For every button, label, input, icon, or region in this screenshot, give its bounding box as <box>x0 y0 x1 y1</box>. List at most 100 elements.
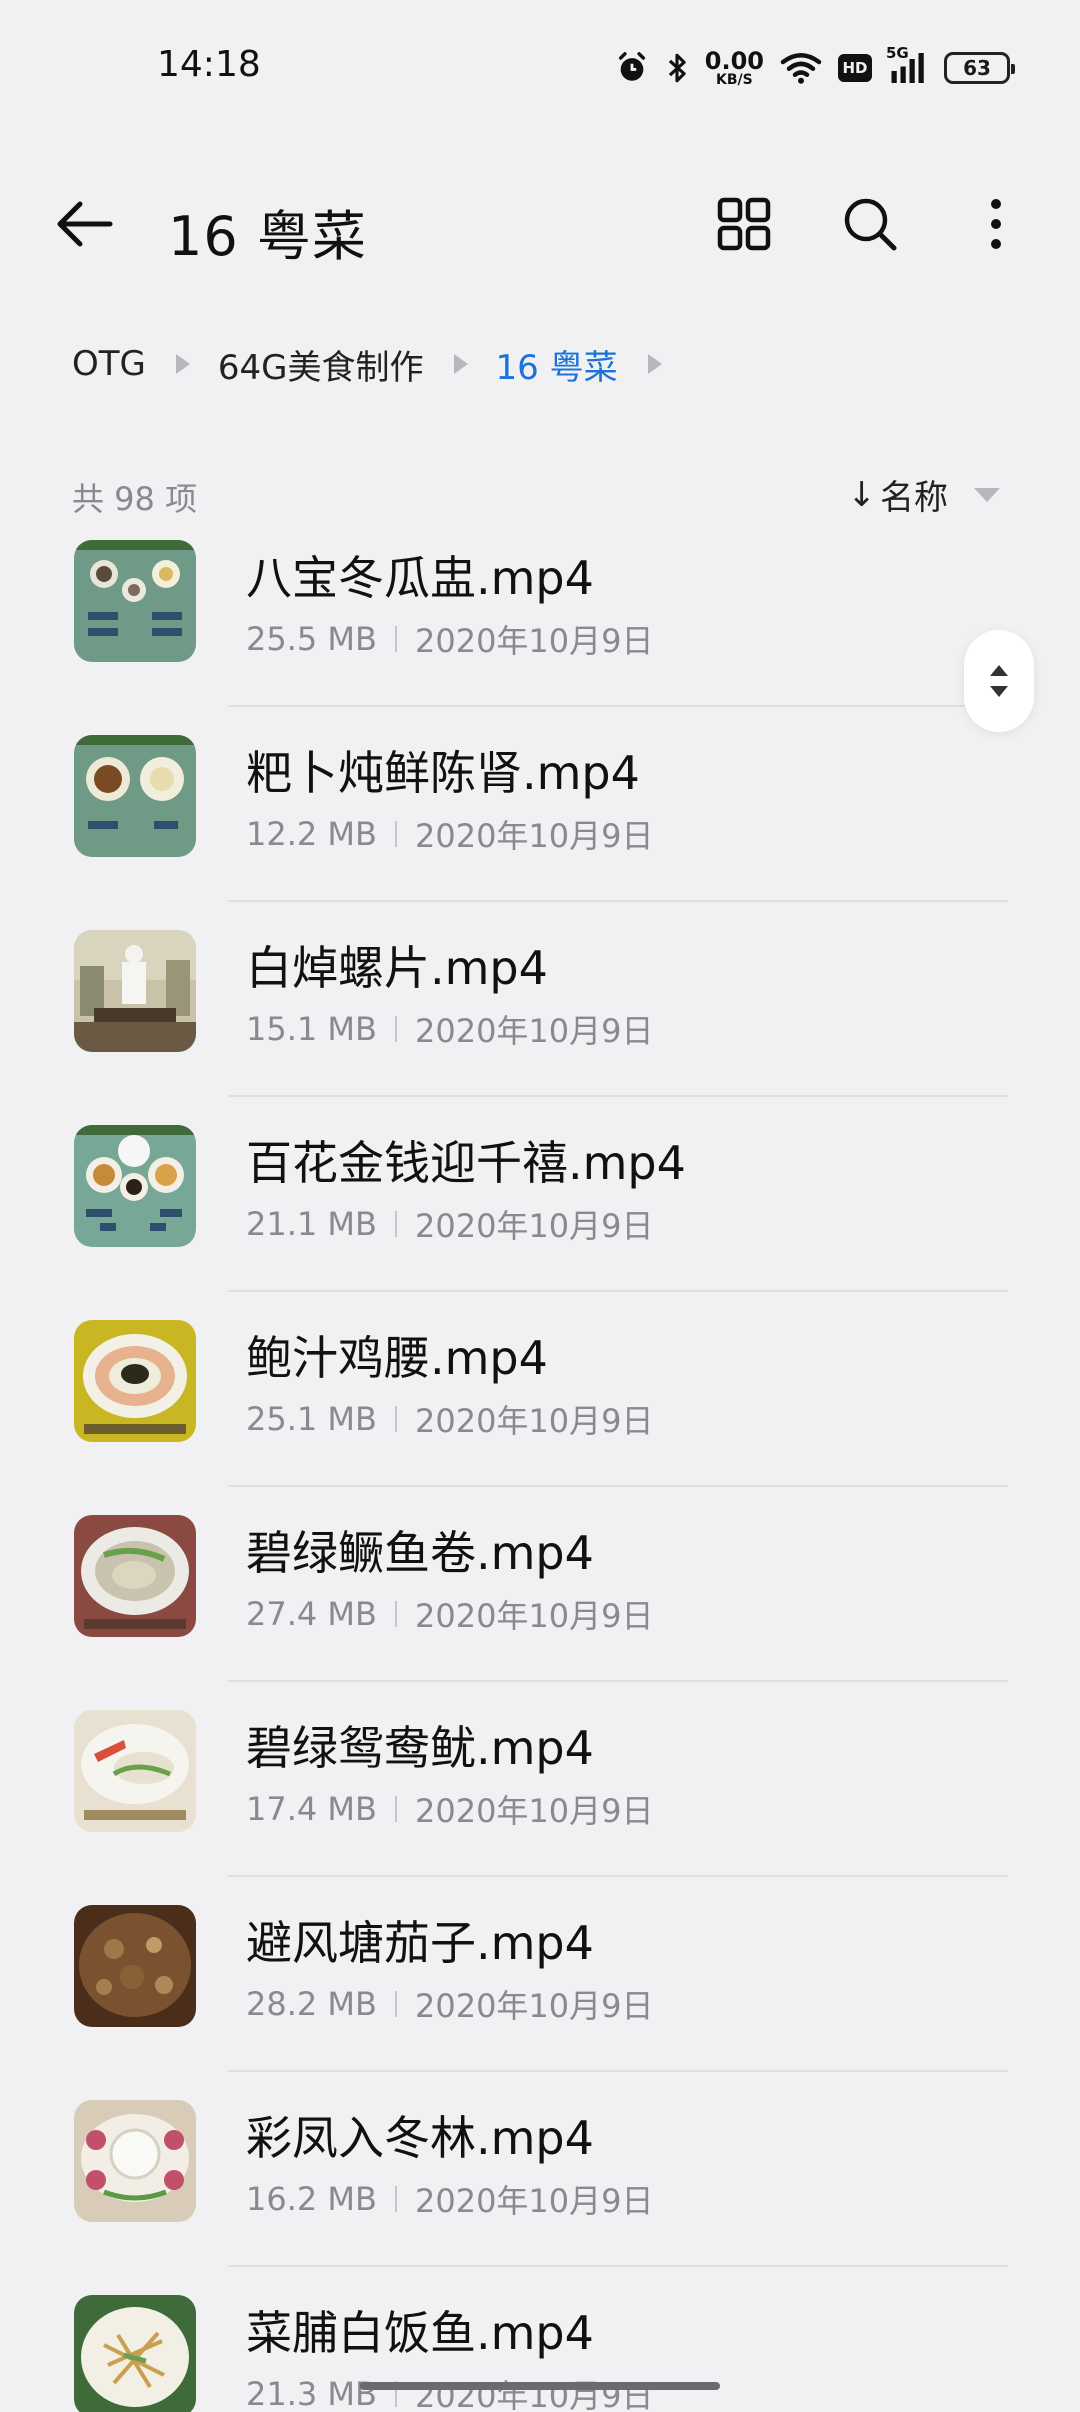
signal-icon: 5G <box>886 44 928 86</box>
meta-divider <box>394 626 397 652</box>
file-size: 12.2 MB <box>246 815 377 853</box>
file-item[interactable]: 避风塘茄子.mp4 28.2 MB 2020年10月9日 <box>0 1877 1080 2072</box>
meta-divider <box>394 1016 397 1042</box>
file-meta: 25.1 MB 2020年10月9日 <box>246 1396 654 1442</box>
file-name: 百花金钱迎千禧.mp4 <box>246 1136 686 1190</box>
breadcrumb-item-otg[interactable]: OTG <box>72 344 146 384</box>
file-date: 2020年10月9日 <box>414 817 654 855</box>
page-title: 16 粤菜 <box>168 205 367 268</box>
file-name: 鲍汁鸡腰.mp4 <box>246 1331 548 1385</box>
file-item[interactable]: 碧绿鳜鱼卷.mp4 27.4 MB 2020年10月9日 <box>0 1487 1080 1682</box>
grid-view-button[interactable] <box>708 188 780 260</box>
file-size: 15.1 MB <box>246 1010 377 1048</box>
file-size: 17.4 MB <box>246 1790 377 1828</box>
file-size: 27.4 MB <box>246 1595 377 1633</box>
breadcrumb-item-food[interactable]: 64G美食制作 <box>218 340 424 389</box>
file-name: 碧绿鳜鱼卷.mp4 <box>246 1526 594 1580</box>
grid-view-icon <box>717 197 771 251</box>
file-size: 21.3 MB <box>246 2375 377 2412</box>
video-thumbnail <box>74 1710 196 1832</box>
file-item[interactable]: 粑卜炖鲜陈肾.mp4 12.2 MB 2020年10月9日 <box>0 707 1080 902</box>
status-bar: 14:18 0.00 KB/S HD 5G 63 <box>0 0 1080 135</box>
sort-button[interactable]: ↓ 名称 <box>847 470 1000 519</box>
video-thumbnail <box>74 930 196 1052</box>
hd-badge: HD <box>838 54 872 82</box>
video-thumbnail <box>74 1905 196 2027</box>
file-name: 彩凤入冬林.mp4 <box>246 2111 594 2165</box>
alarm-icon <box>615 51 649 85</box>
video-thumbnail <box>74 735 196 857</box>
file-name: 菜脯白饭鱼.mp4 <box>246 2306 594 2360</box>
file-date: 2020年10月9日 <box>414 1402 654 1440</box>
file-size: 16.2 MB <box>246 2180 377 2218</box>
scroll-arrows-icon <box>990 665 1008 697</box>
file-date: 2020年10月9日 <box>414 1792 654 1830</box>
bluetooth-icon <box>665 51 689 85</box>
file-date: 2020年10月9日 <box>414 622 654 660</box>
meta-divider <box>394 1991 397 2017</box>
video-thumbnail <box>74 540 196 662</box>
file-item[interactable]: 彩凤入冬林.mp4 16.2 MB 2020年10月9日 <box>0 2072 1080 2267</box>
file-meta: 25.5 MB 2020年10月9日 <box>246 616 654 662</box>
file-name: 粑卜炖鲜陈肾.mp4 <box>246 746 640 800</box>
file-meta: 27.4 MB 2020年10月9日 <box>246 1591 654 1637</box>
battery-level: 63 <box>963 56 991 80</box>
meta-divider <box>394 2186 397 2212</box>
signal-label: 5G <box>886 44 909 62</box>
file-name: 白焯螺片.mp4 <box>246 941 548 995</box>
file-meta: 28.2 MB 2020年10月9日 <box>246 1981 654 2027</box>
video-thumbnail <box>74 1125 196 1247</box>
wifi-icon <box>780 51 822 85</box>
status-icons: 0.00 KB/S HD 5G 63 <box>615 44 1015 92</box>
breadcrumb: OTG 64G美食制作 16 粤菜 <box>72 338 690 390</box>
file-size: 25.1 MB <box>246 1400 377 1438</box>
file-item[interactable]: 鲍汁鸡腰.mp4 25.1 MB 2020年10月9日 <box>0 1292 1080 1487</box>
file-item[interactable]: 碧绿鸳鸯鱿.mp4 17.4 MB 2020年10月9日 <box>0 1682 1080 1877</box>
file-item[interactable]: 八宝冬瓜盅.mp4 25.5 MB 2020年10月9日 <box>0 540 1080 707</box>
file-item[interactable]: 白焯螺片.mp4 15.1 MB 2020年10月9日 <box>0 902 1080 1097</box>
item-count: 共 98 项 <box>72 480 198 518</box>
home-indicator[interactable] <box>360 2382 720 2390</box>
file-meta: 16.2 MB 2020年10月9日 <box>246 2176 654 2222</box>
more-button[interactable] <box>960 188 1032 260</box>
file-date: 2020年10月9日 <box>414 1987 654 2025</box>
back-arrow-icon <box>57 201 113 247</box>
meta-divider <box>394 1406 397 1432</box>
file-item[interactable]: 百花金钱迎千禧.mp4 21.1 MB 2020年10月9日 <box>0 1097 1080 1292</box>
video-thumbnail <box>74 1320 196 1442</box>
file-meta: 21.1 MB 2020年10月9日 <box>246 1201 654 1247</box>
file-meta: 15.1 MB 2020年10月9日 <box>246 1006 654 1052</box>
app-header: 16 粤菜 <box>0 170 1080 274</box>
breadcrumb-separator-icon <box>647 354 662 374</box>
video-thumbnail <box>74 2295 196 2412</box>
meta-divider <box>394 1796 397 1822</box>
file-list: 八宝冬瓜盅.mp4 25.5 MB 2020年10月9日 粑卜炖鲜陈肾.mp4 1… <box>0 540 1080 2412</box>
file-date: 2020年10月9日 <box>414 2182 654 2220</box>
breadcrumb-item-current[interactable]: 16 粤菜 <box>496 340 618 389</box>
sort-label: 名称 <box>880 478 948 518</box>
meta-divider <box>394 1601 397 1627</box>
video-thumbnail <box>74 2100 196 2222</box>
fast-scroll-handle[interactable] <box>964 630 1034 732</box>
file-size: 28.2 MB <box>246 1985 377 2023</box>
file-size: 21.1 MB <box>246 1205 377 1243</box>
file-name: 八宝冬瓜盅.mp4 <box>246 551 594 605</box>
meta-divider <box>394 821 397 847</box>
file-date: 2020年10月9日 <box>414 1012 654 1050</box>
file-date: 2020年10月9日 <box>414 1207 654 1245</box>
net-speed: 0.00 KB/S <box>705 49 764 87</box>
more-icon <box>991 199 1001 249</box>
net-speed-unit: KB/S <box>716 72 753 88</box>
sort-direction-icon: ↓ <box>847 474 877 515</box>
battery-icon: 63 <box>944 52 1015 84</box>
breadcrumb-separator-icon <box>453 354 468 374</box>
sort-dropdown-icon <box>974 487 1000 502</box>
file-meta: 17.4 MB 2020年10月9日 <box>246 1786 654 1832</box>
back-button[interactable] <box>48 188 120 260</box>
file-meta: 12.2 MB 2020年10月9日 <box>246 811 654 857</box>
file-date: 2020年10月9日 <box>414 1597 654 1635</box>
search-icon <box>844 198 897 251</box>
file-item[interactable]: 菜脯白饭鱼.mp4 21.3 MB 2020年10月9日 <box>0 2267 1080 2412</box>
file-meta: 21.3 MB 2020年10月9日 <box>246 2371 654 2412</box>
search-button[interactable] <box>834 188 906 260</box>
